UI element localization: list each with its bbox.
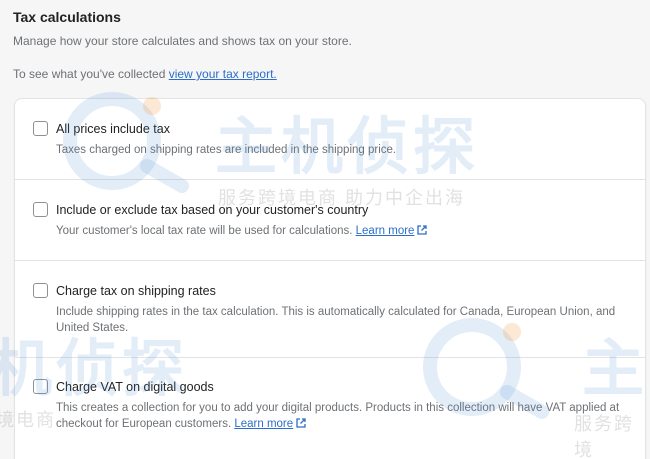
external-link-icon <box>417 225 428 235</box>
charge-vat-digital-goods-checkbox[interactable] <box>33 379 48 394</box>
all-prices-include-tax-checkbox[interactable] <box>33 121 48 136</box>
tax-options-card: All prices include tax Taxes charged on … <box>14 98 646 459</box>
option-charge-tax-on-shipping: Charge tax on shipping rates Include shi… <box>15 261 645 357</box>
charge-tax-on-shipping-checkbox[interactable] <box>33 283 48 298</box>
tax-report-prefix: To see what you've collected <box>13 67 169 81</box>
option-label: Include or exclude tax based on your cus… <box>56 203 369 217</box>
option-label: All prices include tax <box>56 122 170 136</box>
tax-by-country-checkbox[interactable] <box>33 202 48 217</box>
option-help-text: Include shipping rates in the tax calcul… <box>56 306 616 334</box>
option-help-text: Your customer's local tax rate will be u… <box>56 223 631 239</box>
option-help-text: This creates a collection for you to add… <box>56 400 631 432</box>
tax-report-link[interactable]: view your tax report. <box>169 67 277 81</box>
option-label: Charge tax on shipping rates <box>56 284 216 298</box>
option-charge-vat-digital-goods: Charge VAT on digital goods This creates… <box>15 358 645 459</box>
option-help-text: Taxes charged on shipping rates are incl… <box>56 144 397 156</box>
option-tax-by-country: Include or exclude tax based on your cus… <box>15 180 645 260</box>
external-link-icon <box>296 418 306 428</box>
option-help-body: Your customer's local tax rate will be u… <box>56 225 356 237</box>
tax-calculations-page: Tax calculations Manage how your store c… <box>0 0 650 459</box>
section-title: Tax calculations <box>13 9 121 25</box>
section-description: Manage how your store calculates and sho… <box>13 34 352 48</box>
option-help-body: This creates a collection for you to add… <box>56 402 620 430</box>
tax-report-line: To see what you've collected view your t… <box>13 67 277 81</box>
learn-more-link[interactable]: Learn more <box>234 418 293 430</box>
option-label: Charge VAT on digital goods <box>56 380 214 394</box>
learn-more-link[interactable]: Learn more <box>356 225 415 237</box>
option-all-prices-include-tax: All prices include tax Taxes charged on … <box>15 99 645 179</box>
